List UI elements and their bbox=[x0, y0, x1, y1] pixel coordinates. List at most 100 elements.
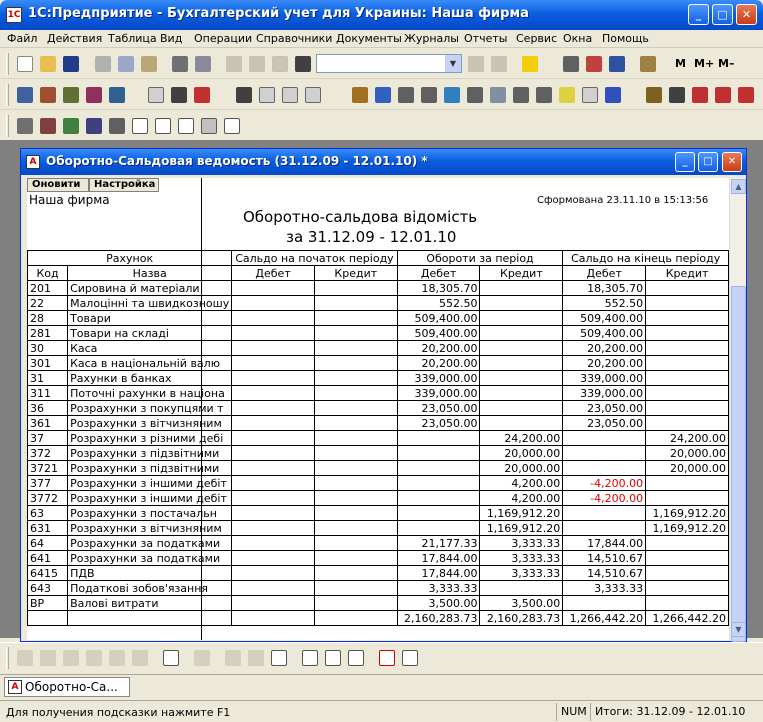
cell-name[interactable]: Товари на складі bbox=[67, 325, 233, 341]
cell-name[interactable]: Сировина й матеріали bbox=[67, 280, 233, 296]
report-chart-icon[interactable] bbox=[224, 118, 240, 134]
align-icon[interactable] bbox=[271, 650, 287, 666]
table-row[interactable]: 3721 Розрахунки з підзвітними 20,000.00 20,… bbox=[27, 460, 729, 476]
books-icon[interactable] bbox=[352, 87, 368, 103]
cell-closing-credit[interactable]: 24,200.00 bbox=[645, 430, 729, 446]
cell-turnover-credit[interactable]: 3,333.33 bbox=[479, 550, 564, 566]
redo-icon[interactable] bbox=[272, 56, 288, 72]
app-titlebar[interactable]: 1C 1С:Предприятие - Бухгалтерский учет д… bbox=[0, 0, 763, 30]
cell-code[interactable]: 3772 bbox=[27, 490, 69, 506]
cell-closing-debit[interactable]: -4,200.00 bbox=[562, 475, 647, 491]
cell-opening-credit[interactable] bbox=[313, 550, 398, 566]
cell-closing-debit[interactable]: 14,510.67 bbox=[562, 550, 647, 566]
cell-closing-debit[interactable]: 18,305.70 bbox=[562, 280, 647, 296]
report-close-button[interactable]: ✕ bbox=[722, 152, 742, 172]
cell-name[interactable]: Розрахунки з різними дебі bbox=[67, 430, 233, 446]
cell-turnover-credit[interactable] bbox=[479, 340, 564, 356]
cell-code[interactable]: 28 bbox=[27, 310, 69, 326]
report-ta-icon[interactable] bbox=[155, 118, 171, 134]
cell-closing-credit[interactable] bbox=[645, 385, 729, 401]
cell-closing-credit[interactable]: 1,169,912.20 bbox=[645, 505, 729, 521]
cell-turnover-debit[interactable]: 509,400.00 bbox=[396, 325, 481, 341]
refresh-button[interactable]: Оновити bbox=[27, 178, 89, 192]
report-grid-icon[interactable] bbox=[17, 118, 33, 134]
cell-opening-debit[interactable] bbox=[231, 535, 315, 551]
cut-icon[interactable] bbox=[95, 56, 111, 72]
cell-opening-debit[interactable] bbox=[231, 310, 315, 326]
cell-name[interactable]: Товари bbox=[67, 310, 233, 326]
cell-opening-debit[interactable] bbox=[231, 400, 315, 416]
cell-opening-debit[interactable] bbox=[231, 430, 315, 446]
cell-turnover-credit[interactable]: 20,000.00 bbox=[479, 445, 564, 461]
table-row[interactable]: 281 Товари на складі 509,400.00 509,400.00 bbox=[27, 325, 729, 341]
find-icon[interactable] bbox=[295, 56, 311, 72]
cell-turnover-debit[interactable]: 509,400.00 bbox=[396, 310, 481, 326]
cell-code[interactable]: 36 bbox=[27, 400, 69, 416]
undo-icon[interactable] bbox=[249, 56, 265, 72]
report-tb-icon[interactable] bbox=[178, 118, 194, 134]
cell-opening-debit[interactable] bbox=[231, 415, 315, 431]
cell-name[interactable]: Розрахунки з вітчизняним bbox=[67, 415, 233, 431]
cell-closing-credit[interactable] bbox=[645, 475, 729, 491]
pointer-icon[interactable] bbox=[163, 650, 179, 666]
cell-code[interactable]: 22 bbox=[27, 295, 69, 311]
cell-turnover-debit[interactable] bbox=[396, 520, 481, 536]
cell-opening-debit[interactable] bbox=[231, 565, 315, 581]
currency-icon[interactable] bbox=[194, 87, 210, 103]
report-sheet[interactable]: Оновити Настройка Наша фирма Сформована … bbox=[27, 178, 729, 640]
cell-turnover-credit[interactable]: 24,200.00 bbox=[479, 430, 564, 446]
new-icon[interactable] bbox=[17, 56, 33, 72]
toolbar-grip[interactable] bbox=[6, 115, 9, 137]
cell-opening-debit[interactable] bbox=[231, 595, 315, 611]
no-group-icon[interactable] bbox=[738, 87, 754, 103]
report-tc-icon[interactable] bbox=[201, 118, 217, 134]
table-row[interactable]: 22 Малоцінні та швидкозношу 552.50 552.50 bbox=[27, 295, 729, 311]
cell-closing-credit[interactable]: 20,000.00 bbox=[645, 445, 729, 461]
cell-opening-credit[interactable] bbox=[313, 415, 398, 431]
picture-icon[interactable] bbox=[86, 650, 102, 666]
chart-of-accounts-icon[interactable] bbox=[17, 87, 33, 103]
cell-turnover-debit[interactable]: 17,844.00 bbox=[396, 565, 481, 581]
cell-turnover-debit[interactable]: 17,844.00 bbox=[396, 550, 481, 566]
cell-closing-credit[interactable] bbox=[645, 490, 729, 506]
cell-name[interactable]: Розрахунки з підзвітними bbox=[67, 445, 233, 461]
cell-closing-debit[interactable] bbox=[562, 595, 647, 611]
cell-closing-debit[interactable] bbox=[562, 520, 647, 536]
cell-opening-credit[interactable] bbox=[313, 400, 398, 416]
cell-code[interactable]: 631 bbox=[27, 520, 69, 536]
cell-closing-debit[interactable]: 339,000.00 bbox=[562, 385, 647, 401]
cell-name[interactable]: Поточні рахунки в націона bbox=[67, 385, 233, 401]
cell-opening-credit[interactable] bbox=[313, 355, 398, 371]
bank-icon[interactable] bbox=[559, 87, 575, 103]
cell-code[interactable]: 377 bbox=[27, 475, 69, 491]
sort-icon[interactable] bbox=[444, 87, 460, 103]
menu-help[interactable]: Помощь bbox=[602, 32, 649, 45]
no-borders-icon[interactable] bbox=[379, 650, 395, 666]
cell-turnover-debit[interactable]: 3,500.00 bbox=[396, 595, 481, 611]
cell-name[interactable]: Каса в національній валю bbox=[67, 355, 233, 371]
cell-closing-debit[interactable]: 23,050.00 bbox=[562, 400, 647, 416]
cell-turnover-credit[interactable] bbox=[479, 580, 564, 596]
cell-opening-debit[interactable] bbox=[231, 445, 315, 461]
report-list-icon[interactable] bbox=[86, 118, 102, 134]
cell-opening-debit[interactable] bbox=[231, 580, 315, 596]
cell-closing-credit[interactable] bbox=[645, 580, 729, 596]
ruler-icon[interactable] bbox=[348, 650, 364, 666]
cell-closing-debit[interactable]: 3,333.33 bbox=[562, 580, 647, 596]
cell-closing-credit[interactable] bbox=[645, 310, 729, 326]
table-row[interactable]: 63 Розрахунки з постачальн 1,169,912.20 1,1… bbox=[27, 505, 729, 521]
bracket-right-icon[interactable] bbox=[248, 650, 264, 666]
cell-code[interactable]: 201 bbox=[27, 280, 69, 296]
cell-opening-credit[interactable] bbox=[313, 565, 398, 581]
cell-code[interactable]: 31 bbox=[27, 370, 69, 386]
cell-turnover-credit[interactable]: 4,200.00 bbox=[479, 475, 564, 491]
cell-turnover-debit[interactable] bbox=[396, 460, 481, 476]
cell-closing-credit[interactable] bbox=[645, 400, 729, 416]
cell-code[interactable]: 37 bbox=[27, 430, 69, 446]
subconto-icon[interactable] bbox=[63, 87, 79, 103]
menu-view[interactable]: Вид bbox=[160, 32, 182, 45]
cell-name[interactable]: Розрахунки з вітчизняним bbox=[67, 520, 233, 536]
plus-icon[interactable] bbox=[398, 87, 414, 103]
cell-turnover-debit[interactable]: 21,177.33 bbox=[396, 535, 481, 551]
message-icon[interactable] bbox=[609, 56, 625, 72]
